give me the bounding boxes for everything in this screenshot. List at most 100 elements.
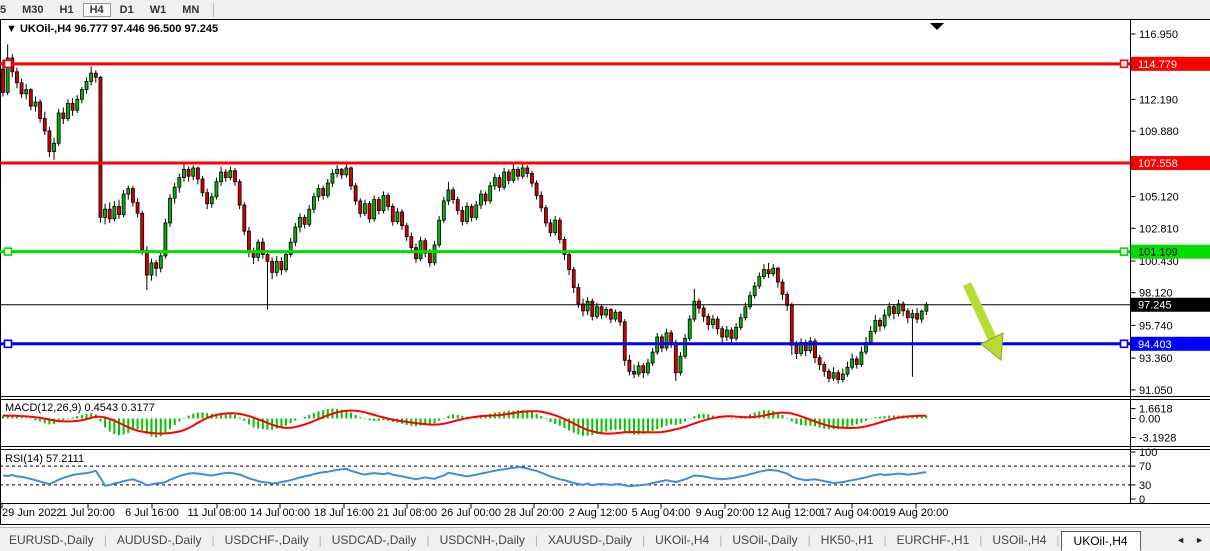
hline-handle[interactable] <box>1121 248 1128 255</box>
time-axis[interactable]: 29 Jun 20221 Jul 20:006 Jul 16:0011 Jul … <box>2 504 948 519</box>
timeframe-button-h4[interactable]: H4 <box>83 3 111 17</box>
candle-body <box>2 69 5 92</box>
candle-body <box>721 329 724 337</box>
tab-eurusd-daily-0[interactable]: EURUSD-,Daily <box>0 530 103 550</box>
price-badge-label: 94.403 <box>1138 339 1172 351</box>
candle-body <box>266 255 269 262</box>
candle-body <box>322 189 325 196</box>
price-tick-label: 93.360 <box>1139 353 1173 365</box>
candle-body <box>308 209 311 224</box>
candle-body <box>466 206 469 221</box>
time-tick-label: 2 Aug 12:00 <box>569 507 628 519</box>
timeframe-button-d1[interactable]: D1 <box>113 3 141 17</box>
tab-ukoil-h4-11[interactable]: UKOil-,H4 <box>1061 531 1141 551</box>
candle-body <box>633 371 636 374</box>
time-tick-label: 14 Jul 00:00 <box>250 507 310 519</box>
candle-body <box>665 333 668 348</box>
candle-body <box>670 333 673 343</box>
candle-body <box>359 201 362 213</box>
tab-xauusd-daily-5[interactable]: XAUUSD-,Daily <box>539 530 641 550</box>
timeframe-button-h1[interactable]: H1 <box>53 3 81 17</box>
tab-usoil-h4-10[interactable]: USOil-,H4 <box>983 530 1055 550</box>
candle-body <box>456 200 459 211</box>
candle-body <box>275 261 278 272</box>
tab-scroll-right-icon[interactable]: ► <box>1195 535 1204 545</box>
candle-body <box>512 169 515 180</box>
candle-body <box>832 373 835 378</box>
candle-body <box>271 261 274 272</box>
candle-body <box>387 195 390 206</box>
tab-hk50-h1-8[interactable]: HK50-,H1 <box>812 530 883 550</box>
candle-body <box>452 190 455 200</box>
hline-handle[interactable] <box>5 248 12 255</box>
price-tick-label: 105.120 <box>1139 192 1179 204</box>
rsi-axis[interactable]: 10070300 <box>1131 447 1157 506</box>
tab-ukoil-h4-6[interactable]: UKOil-,H4 <box>646 530 718 550</box>
candle-body <box>155 263 158 268</box>
macd-axis[interactable]: 1.66180.00-3.1928 <box>1131 404 1176 445</box>
candle-body <box>312 197 315 209</box>
candle-body <box>906 311 909 318</box>
candle-body <box>707 316 710 324</box>
candle-body <box>280 261 283 269</box>
candle-body <box>679 356 682 372</box>
candle-body <box>517 169 520 176</box>
tab-scroll-arrows: ◄► <box>1176 535 1204 545</box>
time-tick-label: 17 Aug 04:00 <box>820 507 885 519</box>
candle-body <box>118 206 121 214</box>
macd-label: MACD(12,26,9) 0.4543 0.3177 <box>5 402 155 414</box>
tab-scroll-left-icon[interactable]: ◄ <box>1176 535 1185 545</box>
candle-body <box>401 212 404 226</box>
candle-body <box>201 179 204 193</box>
candle-body <box>396 212 399 222</box>
candle-body <box>554 220 557 232</box>
candle-body <box>614 312 617 319</box>
candle-body <box>377 200 380 211</box>
candle-body <box>442 201 445 220</box>
candle-body <box>303 217 306 224</box>
candle-body <box>247 231 250 252</box>
rsi-tick-label: 70 <box>1139 461 1151 473</box>
hline-handle[interactable] <box>5 60 12 67</box>
candle-body <box>220 172 223 182</box>
hline-handle[interactable] <box>1121 60 1128 67</box>
candle-body <box>66 103 69 118</box>
chart-canvas[interactable]: 116.950112.190109.880105.120102.810100.4… <box>0 19 1210 527</box>
candle-body <box>340 169 343 174</box>
candle-body <box>224 172 227 177</box>
candle-body <box>786 294 789 305</box>
symbol-tab-bar: EURUSD-,Daily|AUDUSD-,Daily|USDCHF-,Dail… <box>0 527 1210 551</box>
tab-usdcad-daily-3[interactable]: USDCAD-,Daily <box>323 530 426 550</box>
candle-body <box>530 173 533 183</box>
tab-usoil-daily-7[interactable]: USOil-,Daily <box>723 530 806 550</box>
timeframe-button-m30[interactable]: M30 <box>15 3 50 17</box>
timeframe-button-w1[interactable]: W1 <box>143 3 174 17</box>
candle-body <box>229 171 232 178</box>
tab-audusd-daily-1[interactable]: AUDUSD-,Daily <box>108 530 211 550</box>
candle-body <box>317 189 320 197</box>
candle-body <box>711 319 714 324</box>
tab-eurchf-h1-9[interactable]: EURCHF-,H1 <box>888 530 979 550</box>
candle-body <box>20 83 23 94</box>
candle-body <box>196 168 199 179</box>
candle-body <box>892 307 895 314</box>
tab-usdcnh-daily-4[interactable]: USDCNH-,Daily <box>431 530 534 550</box>
candle-body <box>883 315 886 326</box>
timeframe-button-mn[interactable]: MN <box>175 3 206 17</box>
candle-body <box>869 331 872 342</box>
candle-body <box>762 270 765 277</box>
candle-body <box>410 237 413 248</box>
time-tick-label: 19 Aug 20:00 <box>884 507 949 519</box>
price-tick-label: 95.740 <box>1139 320 1173 332</box>
candle-body <box>182 169 185 177</box>
timeframe-button-5[interactable]: 5 <box>0 3 13 17</box>
annotation-arrow-icon[interactable] <box>967 284 1003 360</box>
candle-body <box>29 90 32 106</box>
tab-usdchf-daily-2[interactable]: USDCHF-,Daily <box>216 530 318 550</box>
candle-body <box>776 268 779 282</box>
candle-body <box>15 72 18 83</box>
hline-handle[interactable] <box>5 340 12 347</box>
candle-body <box>637 366 640 374</box>
hline-handle[interactable] <box>1121 340 1128 347</box>
candle-body <box>25 90 28 94</box>
